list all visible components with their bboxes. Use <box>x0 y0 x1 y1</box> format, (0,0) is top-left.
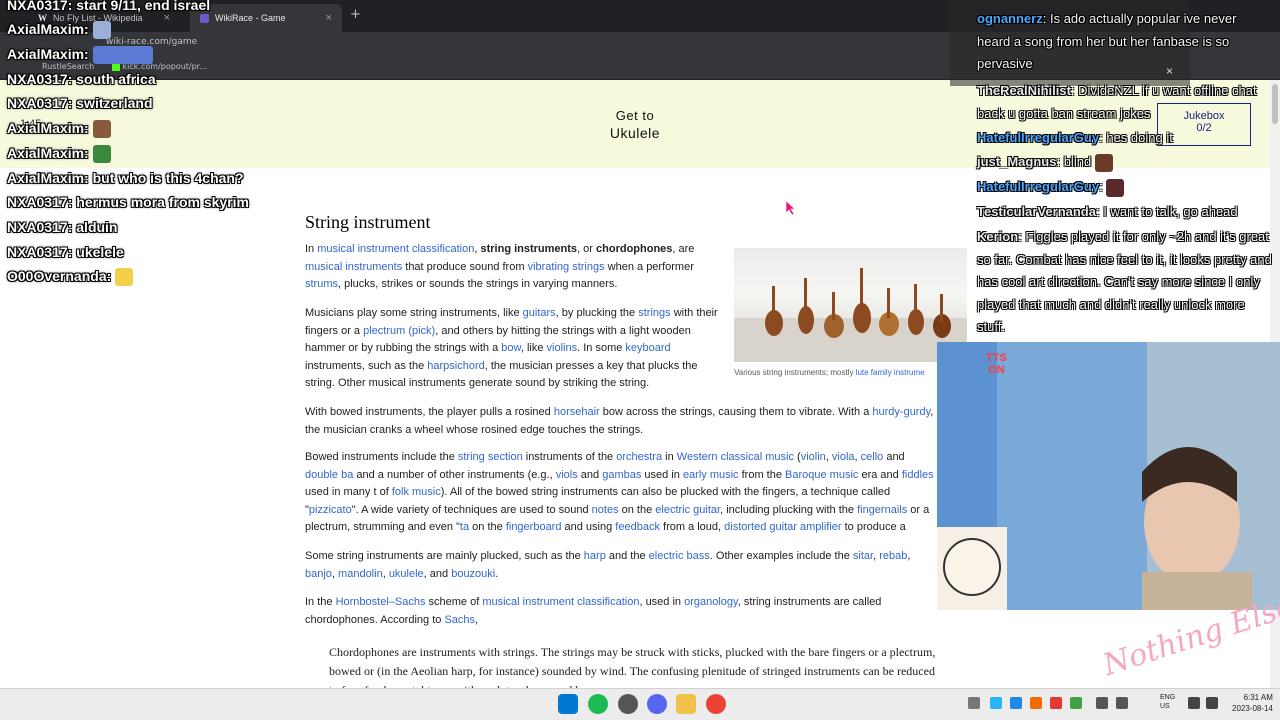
chat-message: AxialMaxim: <box>7 145 111 164</box>
article-paragraph: With bowed instruments, the player pulls… <box>305 406 934 436</box>
chat-message: NXA0317: alduin <box>7 219 118 235</box>
wifi-icon[interactable] <box>1188 697 1200 709</box>
chat-emote-icon <box>115 268 134 287</box>
chat-message: NXA0317: start 9/11, end israel <box>7 0 211 13</box>
webcam-feed <box>937 342 1280 610</box>
chat-message: HatefulIrregularGuy: <box>977 176 1273 199</box>
tab-wikirace[interactable]: WikiRace - Game × <box>190 4 342 32</box>
article-paragraph: Bowed instruments include the string sec… <box>305 451 934 534</box>
close-icon[interactable]: × <box>164 12 170 24</box>
chat-message: TheRealNihilist: DivideNZL if u want off… <box>977 83 1257 121</box>
taskbar <box>0 688 1280 720</box>
chat-message: NXA0317: hermus mora from skyrim <box>7 194 249 210</box>
tray-app-icon[interactable] <box>1030 697 1042 709</box>
chat-emote-icon <box>92 21 111 40</box>
discord-icon[interactable] <box>647 694 667 714</box>
page-title: String instrument <box>305 212 431 232</box>
article-paragraph: Some string instruments are mainly pluck… <box>305 550 911 580</box>
tray-app-icon[interactable] <box>990 697 1002 709</box>
chat-message: NXA0317: switzerland <box>7 95 153 111</box>
tray-chevron-icon[interactable] <box>968 697 980 709</box>
goal-target: Ukulele <box>609 124 661 141</box>
chat-message: O00Overnanda: <box>7 268 134 287</box>
chat-emote-icon <box>92 145 111 164</box>
tray-app-icon[interactable] <box>1010 697 1022 709</box>
file-explorer-icon[interactable] <box>676 694 696 714</box>
chat-message: HatefulIrregularGuy: hes doing it <box>977 130 1173 145</box>
tray-app-icon[interactable] <box>1050 697 1062 709</box>
chat-emote-icon <box>92 120 111 139</box>
chat-message: AxialMaxim: <box>7 21 111 40</box>
pen-icon[interactable] <box>1116 697 1128 709</box>
speaker-icon[interactable] <box>1206 697 1218 709</box>
chat-message: Kerion: Figgles played it for only ~2h a… <box>977 229 1272 334</box>
chat-emote-icon <box>1106 178 1125 197</box>
game-icon <box>200 13 209 23</box>
webcam-scene <box>937 342 1280 610</box>
image-caption: Various string instruments; mostly lute … <box>734 368 925 377</box>
sachs-quote: Chordophones are instruments with string… <box>329 645 936 688</box>
windows-start-icon[interactable] <box>558 694 578 714</box>
chat-emote-icon <box>92 46 153 65</box>
new-tab-button[interactable]: + <box>350 7 361 22</box>
microphone-icon[interactable] <box>1096 697 1108 709</box>
system-clock[interactable]: 6:31 AM 2023-08-14 <box>1232 692 1273 714</box>
close-icon[interactable]: × <box>326 12 332 24</box>
stream-chat: ognannerz: Is ado actually popular ive n… <box>968 0 1273 342</box>
chrome-icon[interactable] <box>706 694 726 714</box>
chat-message: AxialMaxim: but who is this 4chan? <box>7 170 244 186</box>
tab-label: WikiRace - Game <box>215 13 286 23</box>
instruments-illustration <box>734 268 967 362</box>
chat-message: NXA0317: south africa <box>7 71 156 87</box>
chat-emote-icon <box>1094 153 1113 172</box>
chat-message: AxialMaxim: <box>7 46 153 65</box>
goal-label: Get to <box>615 107 655 123</box>
article-paragraph: In musical instrument classification, st… <box>305 243 695 291</box>
chat-message: TesticularVernanda: I want to talk, go a… <box>977 204 1238 219</box>
tray-app-icon[interactable] <box>1070 697 1082 709</box>
obs-icon[interactable] <box>618 694 638 714</box>
instruments-photo[interactable] <box>734 248 967 362</box>
spotify-icon[interactable] <box>588 694 608 714</box>
tts-indicator: TTS ON <box>986 352 1007 376</box>
mouse-cursor-icon <box>786 201 796 215</box>
article-paragraph: In the Hornbostel–Sachs scheme of musica… <box>305 596 882 626</box>
article-paragraph: Musicians play some string instruments, … <box>305 307 718 390</box>
language-indicator[interactable]: ENG US <box>1160 693 1175 711</box>
chat-message: just_Magnus: blind <box>977 151 1273 174</box>
chat-message: NXA0317: ukelele <box>7 244 124 260</box>
chat-message: ognannerz: Is ado actually popular ive n… <box>977 11 1237 71</box>
chat-message: AxialMaxim: <box>7 120 111 139</box>
